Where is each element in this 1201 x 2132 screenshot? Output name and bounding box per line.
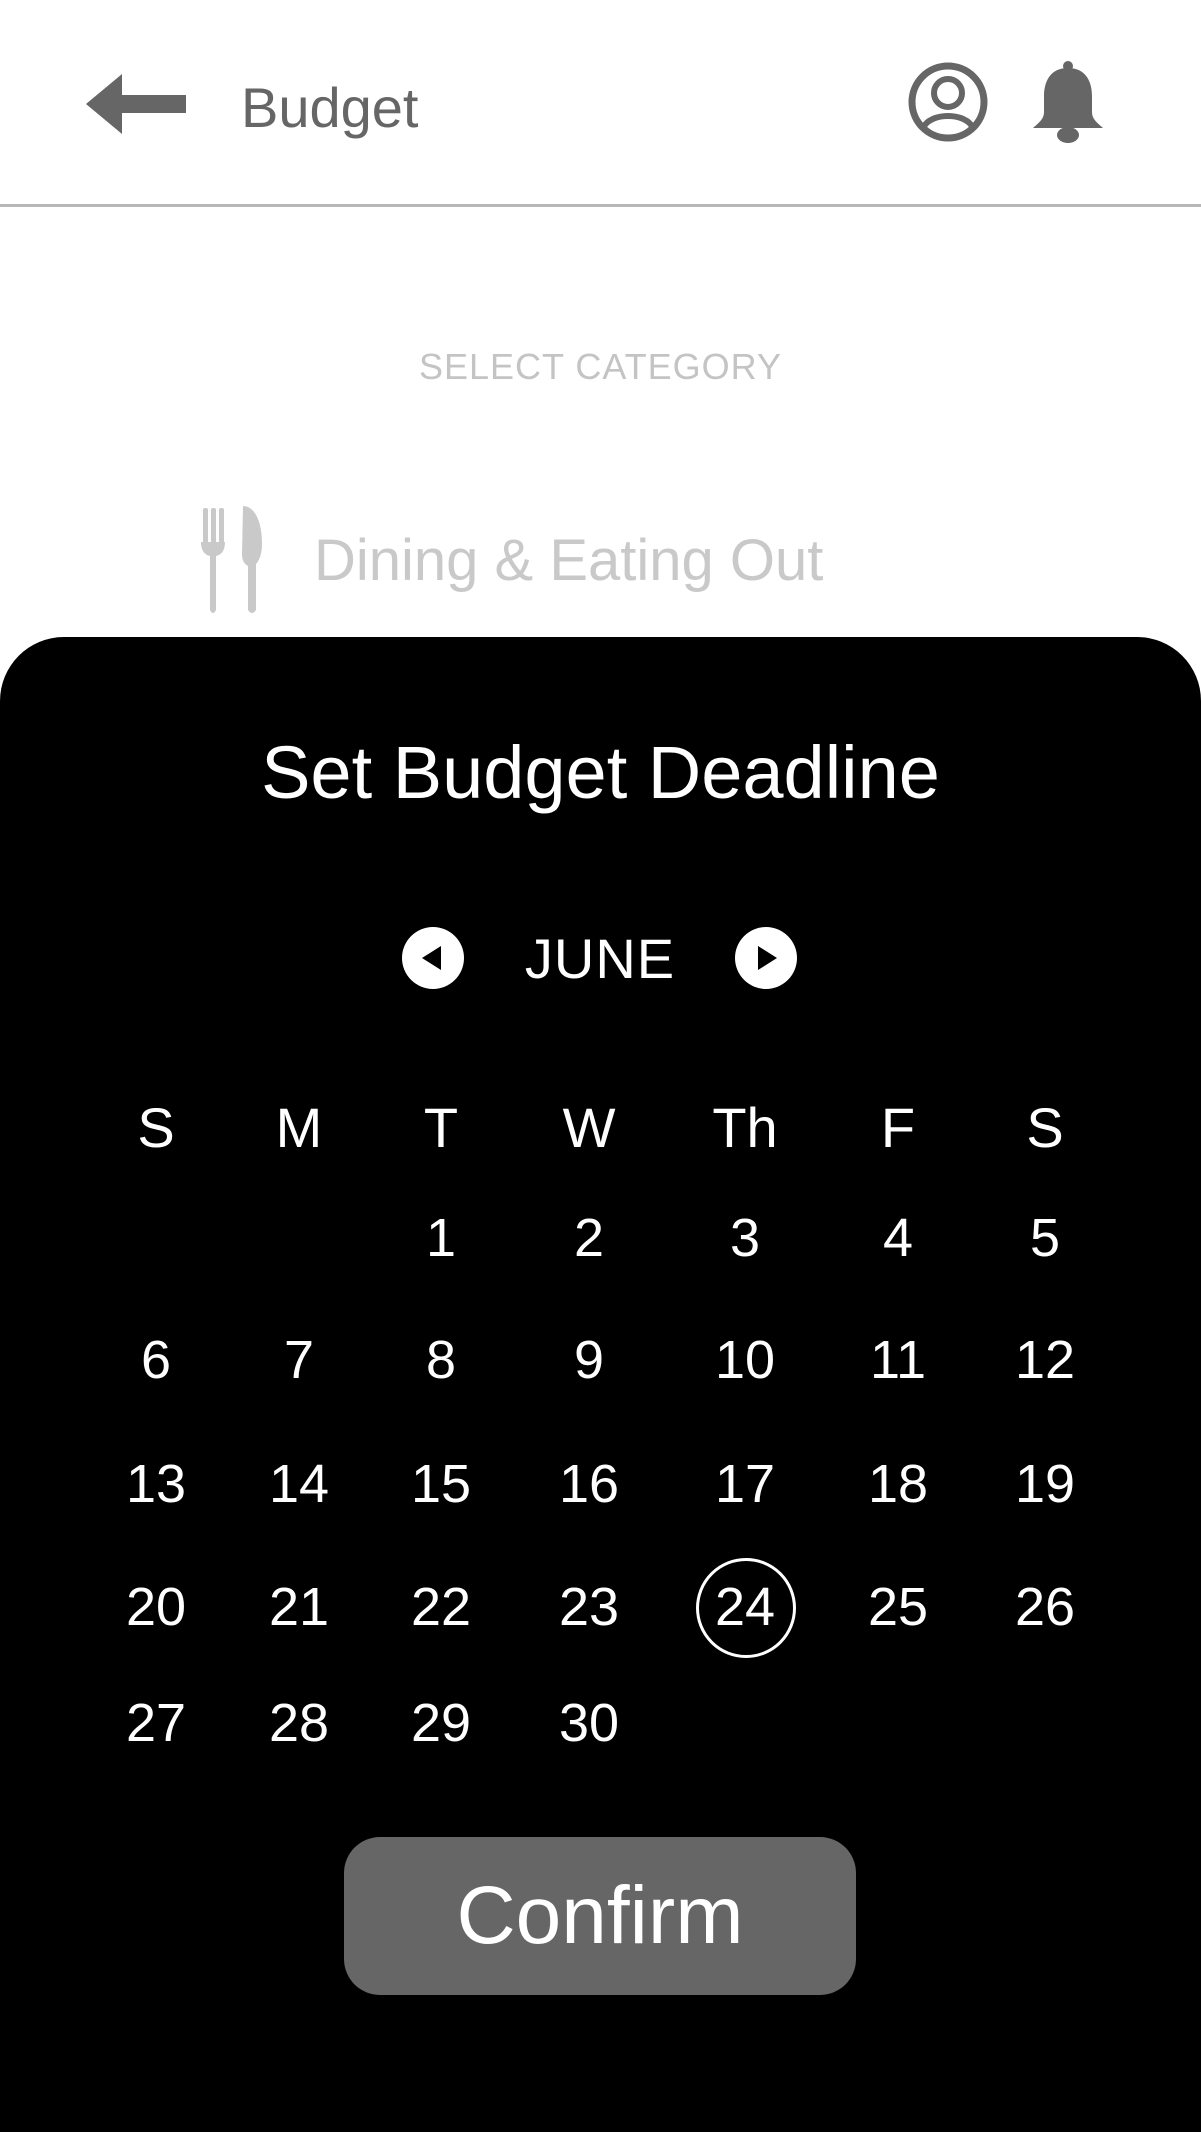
chevron-right-circle-icon [758, 946, 777, 970]
weekday-header: S [137, 1096, 175, 1159]
user-circle-icon [908, 62, 988, 142]
calendar-day[interactable]: 21 [244, 1572, 354, 1642]
weekday-header: Th [712, 1096, 778, 1159]
calendar-day[interactable]: 5 [990, 1203, 1100, 1273]
calendar-day[interactable]: 2 [534, 1203, 644, 1273]
calendar-day[interactable]: 3 [690, 1203, 800, 1273]
calendar-day[interactable]: 15 [386, 1449, 496, 1519]
select-category-heading: SELECT CATEGORY [418, 346, 783, 387]
calendar-day[interactable]: 8 [386, 1325, 496, 1395]
app-header: Budget [0, 0, 1201, 207]
calendar-day[interactable]: 29 [386, 1688, 496, 1758]
weekday-header: S [1026, 1096, 1064, 1159]
calendar-day[interactable]: 27 [101, 1688, 211, 1758]
notifications-button[interactable] [1028, 60, 1108, 144]
arrow-left-icon [86, 74, 186, 134]
calendar-day[interactable]: 20 [101, 1572, 211, 1642]
previous-month-button[interactable] [402, 927, 464, 989]
calendar-day[interactable]: 9 [534, 1325, 644, 1395]
calendar-day[interactable]: 16 [534, 1449, 644, 1519]
calendar-day[interactable]: 7 [244, 1325, 354, 1395]
calendar-day-selected[interactable]: 24 [690, 1558, 800, 1658]
calendar-day[interactable]: 12 [990, 1325, 1100, 1395]
profile-button[interactable] [908, 62, 988, 142]
confirm-button[interactable]: Confirm [344, 1837, 856, 1995]
calendar-day[interactable]: 6 [101, 1325, 211, 1395]
deadline-modal: Set Budget Deadline JUNE S M T W Th F S 1 2 3 4 5 6 7… [0, 637, 1201, 2132]
back-button[interactable] [86, 72, 190, 136]
fork-knife-icon [201, 506, 262, 613]
header-divider [0, 204, 1201, 207]
weekday-header: F [880, 1096, 916, 1159]
weekday-header: M [275, 1096, 323, 1159]
calendar-day[interactable]: 4 [843, 1203, 953, 1273]
calendar-day[interactable]: 11 [843, 1325, 953, 1395]
calendar-day[interactable]: 18 [843, 1449, 953, 1519]
month-navigation: JUNE [0, 927, 1201, 993]
calendar-day[interactable]: 25 [843, 1572, 953, 1642]
calendar-day[interactable]: 23 [534, 1572, 644, 1642]
calendar-day[interactable]: 1 [386, 1203, 496, 1273]
category-label: Dining & Eating Out [314, 527, 824, 593]
month-label: JUNE [524, 927, 676, 990]
weekday-header: T [423, 1096, 459, 1159]
calendar-day[interactable]: 19 [990, 1449, 1100, 1519]
chevron-left-circle-icon [422, 946, 441, 970]
calendar-day[interactable]: 30 [534, 1688, 644, 1758]
weekday-header: W [562, 1096, 616, 1159]
calendar-day[interactable]: 14 [244, 1449, 354, 1519]
calendar-day[interactable]: 26 [990, 1572, 1100, 1642]
category-selected-item[interactable]: Dining & Eating Out [200, 502, 823, 618]
calendar-day[interactable]: 17 [690, 1449, 800, 1519]
next-month-button[interactable] [735, 927, 797, 989]
calendar-day[interactable]: 22 [386, 1572, 496, 1642]
modal-title: Set Budget Deadline [261, 731, 940, 814]
calendar-day[interactable]: 13 [101, 1449, 211, 1519]
calendar-day[interactable]: 10 [690, 1325, 800, 1395]
calendar-day[interactable]: 28 [244, 1688, 354, 1758]
page-title: Budget [241, 76, 419, 139]
bell-icon [1033, 61, 1103, 143]
